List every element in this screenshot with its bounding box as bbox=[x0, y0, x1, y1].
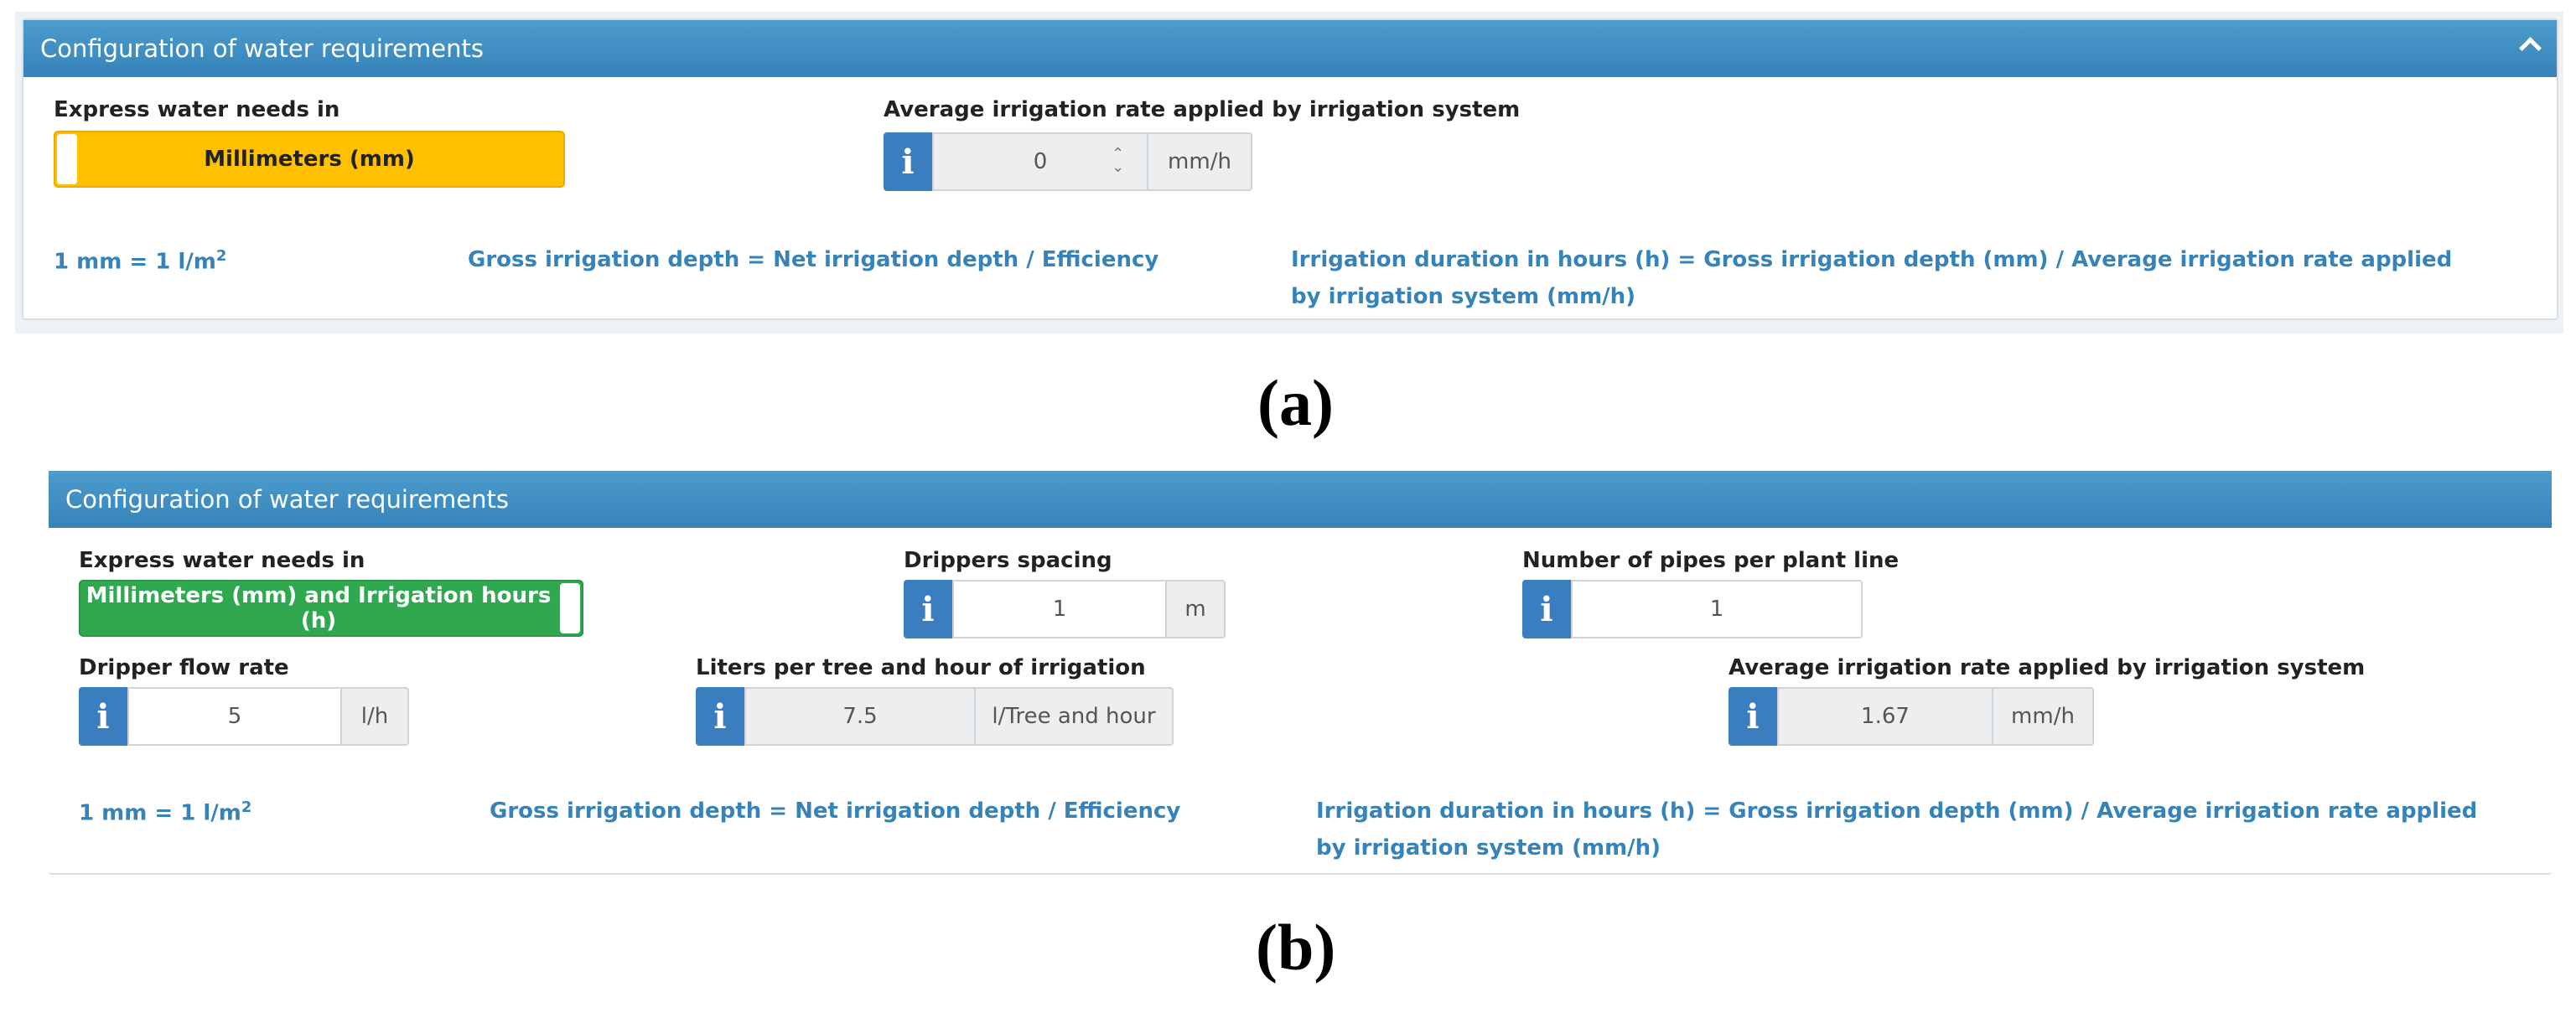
formula-mm-text: 1 mm = 1 l/m bbox=[54, 249, 216, 275]
toggle-label: Millimeters (mm) bbox=[204, 147, 415, 172]
avg-rate-value: 0 bbox=[1033, 149, 1048, 174]
water-requirements-panel-b: Configuration of water requirements Expr… bbox=[49, 471, 2552, 875]
formula-gross-depth: Gross irrigation depth = Net irrigation … bbox=[490, 799, 1181, 824]
avg-rate-unit: mm/h bbox=[1993, 687, 2094, 746]
water-requirements-panel-a: Configuration of water requirements Expr… bbox=[22, 18, 2558, 320]
info-icon[interactable]: i bbox=[1522, 580, 1571, 638]
formula-irrigation-duration: Irrigation duration in hours (h) = Gross… bbox=[1291, 247, 2453, 309]
avg-rate-label: Average irrigation rate applied by irrig… bbox=[1729, 655, 2366, 680]
formula-mm-text: 1 mm = 1 l/m bbox=[79, 800, 241, 826]
info-icon[interactable]: i bbox=[904, 580, 952, 638]
formula-irrigation-duration: Irrigation duration in hours (h) = Gross… bbox=[1316, 799, 2478, 861]
drippers-spacing-unit: m bbox=[1167, 580, 1226, 638]
liters-per-tree-field: 7.5 bbox=[744, 687, 976, 746]
info-icon[interactable]: i bbox=[884, 132, 932, 191]
formula-mm-to-l: 1 mm = 1 l/m2 bbox=[54, 238, 226, 281]
info-icon[interactable]: i bbox=[1729, 687, 1777, 746]
toggle-label: Millimeters (mm) and Irrigation hours (h… bbox=[86, 583, 552, 633]
panel-a-header[interactable]: Configuration of water requirements bbox=[23, 20, 2557, 77]
pipes-per-line-input[interactable]: 1 bbox=[1571, 580, 1863, 638]
dripper-flow-input[interactable]: 5 bbox=[127, 687, 342, 746]
panel-b-title: Configuration of water requirements bbox=[65, 485, 509, 514]
avg-rate-unit: mm/h bbox=[1148, 132, 1252, 191]
drippers-spacing-input-group: i 1 m bbox=[904, 580, 1226, 638]
avg-rate-field[interactable]: 0 ⌃ ⌄ bbox=[932, 132, 1148, 191]
dripper-flow-label: Dripper flow rate bbox=[79, 655, 289, 680]
avg-rate-input-group: i 1.67 mm/h bbox=[1729, 687, 2094, 746]
drippers-spacing-label: Drippers spacing bbox=[904, 548, 1112, 573]
toggle-knob[interactable] bbox=[560, 583, 580, 633]
info-icon[interactable]: i bbox=[696, 687, 744, 746]
liters-per-tree-unit: l/Tree and hour bbox=[976, 687, 1174, 746]
avg-rate-input-group: i 0 ⌃ ⌄ mm/h bbox=[884, 132, 1252, 191]
formula-mm-sup: 2 bbox=[215, 247, 227, 265]
units-toggle-mm-hours[interactable]: Millimeters (mm) and Irrigation hours (h… bbox=[79, 580, 583, 637]
formula-gross-depth: Gross irrigation depth = Net irrigation … bbox=[468, 247, 1159, 272]
panel-b-header[interactable]: Configuration of water requirements bbox=[49, 471, 2552, 528]
caption-b: (b) bbox=[1256, 911, 1336, 984]
formula-mm-to-l: 1 mm = 1 l/m2 bbox=[79, 789, 251, 832]
chevron-up-icon[interactable] bbox=[2519, 37, 2542, 59]
caption-a: (a) bbox=[1257, 366, 1334, 439]
units-toggle-mm[interactable]: Millimeters (mm) bbox=[54, 131, 565, 188]
pipes-per-line-input-group: i 1 bbox=[1522, 580, 1863, 638]
liters-per-tree-label: Liters per tree and hour of irrigation bbox=[696, 655, 1146, 680]
avg-rate-field: 1.67 bbox=[1777, 687, 1993, 746]
express-water-needs-label: Express water needs in bbox=[54, 97, 340, 122]
drippers-spacing-input[interactable]: 1 bbox=[952, 580, 1167, 638]
spinner-arrows-icon[interactable]: ⌃ ⌄ bbox=[1112, 147, 1124, 178]
liters-per-tree-input-group: i 7.5 l/Tree and hour bbox=[696, 687, 1174, 746]
avg-rate-label: Average irrigation rate applied by irrig… bbox=[884, 97, 1521, 122]
pipes-per-line-label: Number of pipes per plant line bbox=[1522, 548, 1900, 573]
formula-mm-sup: 2 bbox=[241, 799, 252, 816]
info-icon[interactable]: i bbox=[79, 687, 127, 746]
express-water-needs-label: Express water needs in bbox=[79, 548, 365, 573]
dripper-flow-input-group: i 5 l/h bbox=[79, 687, 409, 746]
dripper-flow-unit: l/h bbox=[342, 687, 409, 746]
panel-a-title: Configuration of water requirements bbox=[40, 34, 484, 63]
